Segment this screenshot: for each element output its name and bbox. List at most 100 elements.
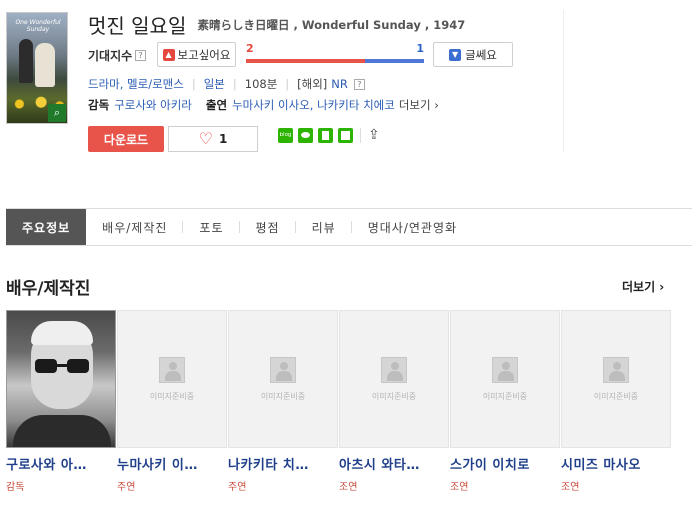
placeholder-text: 이미지준비중 — [593, 391, 639, 401]
person-role: 주연 — [117, 482, 136, 493]
zoom-icon[interactable]: ⌕ — [48, 104, 66, 122]
director-link[interactable]: 구로사와 아키라 — [114, 97, 192, 113]
help-icon[interactable]: ? — [353, 78, 365, 90]
tab-main-info[interactable]: 주요정보 — [6, 209, 87, 245]
person-name[interactable]: 누마사키 이… — [117, 454, 228, 473]
person-name[interactable]: 구로사와 아… — [6, 454, 117, 473]
poster-caption: One Wonderful Sunday — [15, 19, 61, 33]
help-icon[interactable]: ? — [135, 49, 147, 61]
divider: | — [285, 77, 290, 91]
placeholder-text: 이미지준비중 — [371, 391, 417, 401]
movie-title-row: 멋진 일요일 素晴らしき日曜日 , Wonderful Sunday , 194… — [88, 10, 466, 38]
cast-card[interactable]: 이미지준비중 시미즈 마사오 조연 — [561, 310, 672, 493]
talk-share-icon[interactable] — [298, 128, 313, 143]
cast-card[interactable]: 이미지준비중 나카키타 치… 주연 — [228, 310, 339, 493]
cast-section-title: 배우/제작진 — [6, 279, 91, 299]
movie-poster[interactable]: One Wonderful Sunday ⌕ — [6, 12, 68, 124]
genre-link[interactable]: 드라마, 멜로/로맨스 — [88, 76, 184, 92]
person-role: 조연 — [339, 482, 358, 493]
tab-photo[interactable]: 포토 — [183, 209, 240, 245]
tab-label: 포토 — [199, 220, 224, 235]
action-row: 다운로드 ♡ 1 blog ⇪ — [88, 126, 380, 152]
cast-more-link[interactable]: 더보기 › — [622, 278, 664, 295]
gauge-bar — [246, 59, 424, 63]
cast-card[interactable]: 구로사와 아… 감독 — [6, 310, 117, 493]
person-role: 감독 — [6, 482, 25, 493]
country-link[interactable]: 일본 — [204, 76, 225, 92]
person-photo-placeholder[interactable]: 이미지준비중 — [450, 310, 560, 448]
photo-hair — [31, 321, 93, 345]
tab-quotes-related[interactable]: 명대사/연관영화 — [352, 209, 473, 245]
person-role: 조연 — [450, 482, 469, 493]
thumbs-up-icon: ▲ — [162, 48, 175, 61]
expectation-row: 기대지수 ? ▲ 보고싶어요 2 1 ▼ 글쎄요 — [88, 42, 513, 68]
runtime: 108분 — [244, 77, 278, 91]
want-to-see-button[interactable]: ▲ 보고싶어요 — [157, 42, 236, 67]
blog-share-icon[interactable]: blog — [278, 128, 293, 143]
person-photo[interactable] — [6, 310, 116, 448]
want-to-see-label: 보고싶어요 — [177, 47, 231, 62]
person-role: 조연 — [561, 482, 580, 493]
person-name[interactable]: 스가이 이치로 — [450, 454, 561, 473]
green-square-share-icon[interactable] — [338, 128, 353, 143]
like-button[interactable]: ♡ 1 — [168, 126, 258, 152]
tab-bar: 주요정보 배우/제작진 포토 평점 리뷰 명대사/연관영화 — [6, 208, 692, 246]
person-name[interactable]: 시미즈 마사오 — [561, 454, 672, 473]
cast-card[interactable]: 이미지준비중 스가이 이치로 조연 — [450, 310, 561, 493]
want-count: 2 — [246, 42, 254, 55]
dislike-count: 1 — [416, 42, 424, 55]
person-name[interactable]: 아츠시 와타… — [339, 454, 450, 473]
tab-rating[interactable]: 평점 — [240, 209, 296, 245]
tab-cast-crew[interactable]: 배우/제작진 — [86, 209, 184, 245]
not-sure-button[interactable]: ▼ 글쎄요 — [433, 42, 513, 67]
cast-list: 구로사와 아… 감독 이미지준비중 누마사키 이… 주연 이미지준비중 나카키타… — [6, 310, 672, 493]
movie-meta-row: 드라마, 멜로/로맨스 | 일본 | 108분 | [해외] NR ? — [88, 76, 365, 92]
header-divider — [563, 10, 564, 152]
poster-figure-man — [19, 39, 33, 83]
thumbs-down-icon: ▼ — [449, 48, 462, 61]
placeholder-text: 이미지준비중 — [260, 391, 306, 401]
like-count: 1 — [218, 132, 228, 146]
share-icons: blog ⇪ — [278, 128, 380, 143]
placeholder-text: 이미지준비중 — [149, 391, 195, 401]
cast-label: 출연 — [205, 98, 228, 112]
rating-prefix: [해외] — [297, 77, 328, 91]
heart-icon: ♡ — [198, 129, 213, 148]
person-photo-placeholder[interactable]: 이미지준비중 — [228, 310, 338, 448]
not-sure-label: 글쎄요 — [465, 47, 497, 62]
movie-original-title: 素晴らしき日曜日 , Wonderful Sunday , 1947 — [197, 17, 466, 32]
tab-label: 평점 — [255, 220, 280, 235]
person-photo-placeholder[interactable]: 이미지준비중 — [117, 310, 227, 448]
divider: | — [232, 77, 237, 91]
photo-glasses — [35, 359, 89, 373]
director-label: 감독 — [88, 98, 110, 112]
person-placeholder-icon — [159, 356, 185, 383]
person-placeholder-icon — [492, 356, 518, 383]
person-placeholder-icon — [270, 356, 296, 383]
share-icon[interactable]: ⇪ — [368, 128, 380, 143]
placeholder-text: 이미지준비중 — [482, 391, 528, 401]
cast-card[interactable]: 이미지준비중 누마사키 이… 주연 — [117, 310, 228, 493]
person-name[interactable]: 나카키타 치… — [228, 454, 339, 473]
tab-label: 명대사/연관영화 — [367, 220, 458, 235]
download-button[interactable]: 다운로드 — [88, 126, 164, 152]
person-photo-placeholder[interactable]: 이미지준비중 — [561, 310, 671, 448]
tab-label: 주요정보 — [22, 220, 71, 235]
tab-review[interactable]: 리뷰 — [296, 209, 352, 245]
photo-suit — [13, 415, 111, 447]
poster-figure-woman — [35, 43, 55, 87]
crew-more-link[interactable]: 더보기 › — [399, 97, 439, 113]
expectation-gauge: 2 1 — [246, 42, 424, 68]
rating-link[interactable]: NR — [331, 77, 348, 91]
cast-links[interactable]: 누마사키 이사오, 나카키타 치에코 — [232, 97, 395, 113]
cast-card[interactable]: 이미지준비중 아츠시 와타… 조연 — [339, 310, 450, 493]
person-placeholder-icon — [381, 356, 407, 383]
person-role: 주연 — [228, 482, 247, 493]
person-placeholder-icon — [603, 356, 629, 383]
crew-row: 감독 구로사와 아키라 출연 누마사키 이사오, 나카키타 치에코 더보기 › — [88, 97, 439, 113]
tab-label: 배우/제작진 — [102, 220, 168, 235]
divider: | — [191, 77, 196, 91]
person-photo-placeholder[interactable]: 이미지준비중 — [339, 310, 449, 448]
expectation-label: 기대지수 — [88, 48, 133, 63]
bookmark-share-icon[interactable] — [318, 128, 333, 143]
